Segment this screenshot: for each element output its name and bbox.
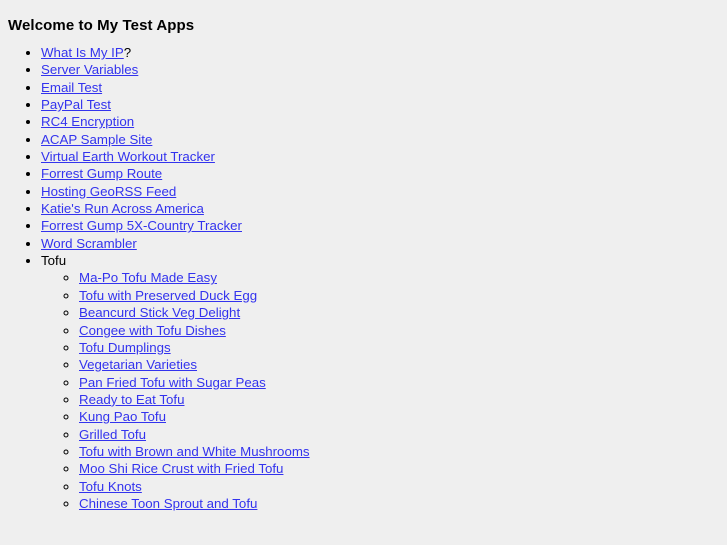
list-item: ACAP Sample Site [41,131,719,148]
tofu-recipe-link[interactable]: Pan Fried Tofu with Sugar Peas [79,375,266,390]
app-link[interactable]: Email Test [41,80,102,95]
tofu-recipe-link[interactable]: Ma-Po Tofu Made Easy [79,270,217,285]
list-item: Chinese Toon Sprout and Tofu [79,495,719,512]
list-item: Beancurd Stick Veg Delight [79,304,719,321]
tofu-recipe-link[interactable]: Chinese Toon Sprout and Tofu [79,496,257,511]
app-link[interactable]: Forrest Gump Route [41,166,162,181]
app-link[interactable]: RC4 Encryption [41,114,134,129]
app-link[interactable]: ACAP Sample Site [41,132,152,147]
app-link[interactable]: Hosting GeoRSS Feed [41,184,176,199]
list-item: Server Variables [41,61,719,78]
list-item: Vegetarian Varieties [79,356,719,373]
page-title: Welcome to My Test Apps [8,17,195,34]
list-item: Forrest Gump Route [41,165,719,182]
tofu-recipe-link[interactable]: Tofu Dumplings [79,340,171,355]
list-item: Virtual Earth Workout Tracker [41,148,719,165]
list-item: Tofu Knots [79,478,719,495]
tofu-recipe-link[interactable]: Congee with Tofu Dishes [79,323,226,338]
list-item: Hosting GeoRSS Feed [41,183,719,200]
list-item: Tofu Dumplings [79,339,719,356]
page-root: Welcome to My Test Apps What Is My IP?Se… [0,0,727,545]
tofu-recipe-link[interactable]: Grilled Tofu [79,427,146,442]
list-item: Moo Shi Rice Crust with Fried Tofu [79,460,719,477]
app-link[interactable]: Server Variables [41,62,138,77]
app-link[interactable]: PayPal Test [41,97,111,112]
tofu-recipe-link[interactable]: Tofu with Preserved Duck Egg [79,288,257,303]
list-item: What Is My IP? [41,44,719,61]
tofu-recipe-link[interactable]: Beancurd Stick Veg Delight [79,305,240,320]
app-label: Tofu [41,253,67,269]
list-item: Ma-Po Tofu Made Easy [79,269,719,286]
list-item: Word Scrambler [41,235,719,252]
list-item: Tofu with Brown and White Mushrooms [79,443,719,460]
app-link[interactable]: Forrest Gump 5X-Country Tracker [41,218,242,233]
list-item: Tofu with Preserved Duck Egg [79,287,719,304]
list-item: Forrest Gump 5X-Country Tracker [41,217,719,234]
tofu-recipe-link[interactable]: Tofu with Brown and White Mushrooms [79,444,310,459]
list-item: Pan Fried Tofu with Sugar Peas [79,374,719,391]
list-item: Katie's Run Across America [41,200,719,217]
list-item: Tofu Ma-Po Tofu Made Easy Tofu with Preser… [41,252,719,512]
list-item: RC4 Encryption [41,113,719,130]
app-label-suffix: ? [123,45,132,60]
tofu-recipe-link[interactable]: Vegetarian Varieties [79,357,197,372]
list-item: Grilled Tofu [79,426,719,443]
app-link[interactable]: Katie's Run Across America [41,201,204,216]
tofu-recipe-link[interactable]: Kung Pao Tofu [79,409,166,424]
app-link[interactable]: What Is My IP [41,45,124,60]
tofu-recipe-link[interactable]: Moo Shi Rice Crust with Fried Tofu [79,461,283,476]
app-link[interactable]: Word Scrambler [41,236,137,251]
app-list: What Is My IP?Server VariablesEmail Test… [8,44,719,512]
list-item: Kung Pao Tofu [79,408,719,425]
list-item: Ready to Eat Tofu [79,391,719,408]
list-item: PayPal Test [41,96,719,113]
app-link[interactable]: Virtual Earth Workout Tracker [41,149,215,164]
tofu-recipe-link[interactable]: Ready to Eat Tofu [79,392,184,407]
tofu-recipe-list: Ma-Po Tofu Made Easy Tofu with Preserved … [41,269,719,512]
list-item: Email Test [41,79,719,96]
tofu-recipe-link[interactable]: Tofu Knots [79,479,142,494]
list-item: Congee with Tofu Dishes [79,322,719,339]
